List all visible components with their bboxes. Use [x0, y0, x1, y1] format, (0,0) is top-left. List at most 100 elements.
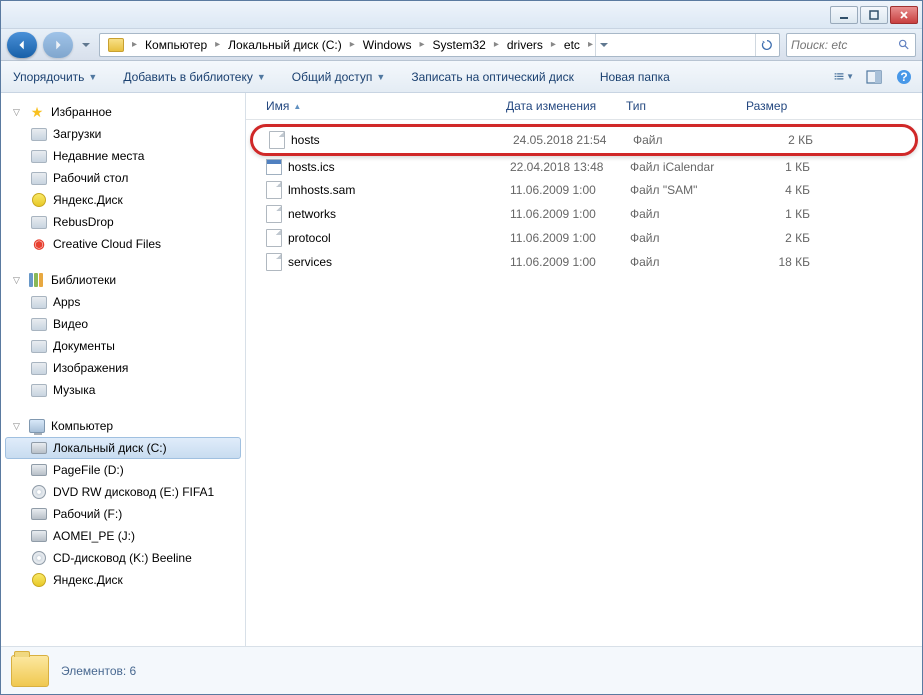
sidebar-item[interactable]: RebusDrop — [5, 211, 241, 233]
search-box[interactable] — [786, 33, 916, 57]
search-input[interactable] — [791, 38, 898, 52]
sidebar-item[interactable]: Видео — [5, 313, 241, 335]
breadcrumb-root[interactable] — [102, 34, 130, 56]
sidebar-item-label: DVD RW дисковод (E:) FIFA1 — [53, 485, 214, 499]
file-name: protocol — [288, 231, 331, 245]
disc-icon — [32, 551, 46, 565]
file-icon — [266, 229, 282, 247]
back-button[interactable] — [7, 32, 37, 58]
sidebar-item[interactable]: PageFile (D:) — [5, 459, 241, 481]
favorites-group[interactable]: ▽★Избранное — [5, 101, 241, 123]
sidebar-item-label: AOMEI_PE (J:) — [53, 529, 135, 543]
breadcrumb-item[interactable]: System32 — [426, 34, 491, 56]
sidebar-item[interactable]: Яндекс.Диск — [5, 569, 241, 591]
organize-menu[interactable]: Упорядочить▼ — [9, 66, 101, 88]
libraries-icon — [29, 273, 45, 287]
file-icon — [266, 205, 282, 223]
breadcrumb-item[interactable]: Локальный диск (C:) — [222, 34, 348, 56]
view-options-button[interactable]: ▼ — [834, 67, 854, 87]
chevron-right-icon[interactable]: ▸ — [549, 39, 558, 50]
close-button[interactable] — [890, 6, 918, 24]
file-row[interactable]: hosts.ics 22.04.2018 13:48 Файл iCalenda… — [250, 156, 918, 178]
file-list[interactable]: hosts 24.05.2018 21:54 Файл 2 КБ hosts.i… — [246, 120, 922, 646]
file-type: Файл — [620, 207, 740, 221]
svg-text:?: ? — [900, 70, 907, 84]
add-to-library-menu[interactable]: Добавить в библиотеку▼ — [119, 66, 269, 88]
breadcrumb-item[interactable]: etc — [558, 34, 586, 56]
navigation-pane[interactable]: ▽★Избранное ЗагрузкиНедавние местаРабочи… — [1, 93, 246, 646]
sidebar-item[interactable]: Загрузки — [5, 123, 241, 145]
sidebar-item-label: Видео — [53, 317, 88, 331]
sidebar-item[interactable]: Apps — [5, 291, 241, 313]
sidebar-item-label: Изображения — [53, 361, 128, 375]
sidebar-item-label: RebusDrop — [53, 215, 114, 229]
chevron-right-icon[interactable]: ▸ — [130, 39, 139, 50]
star-icon: ★ — [29, 104, 45, 120]
column-header-type[interactable]: Тип — [616, 99, 736, 113]
libraries-group[interactable]: ▽Библиотеки — [5, 269, 241, 291]
sidebar-item[interactable]: Рабочий (F:) — [5, 503, 241, 525]
maximize-button[interactable] — [860, 6, 888, 24]
chevron-right-icon[interactable]: ▸ — [492, 39, 501, 50]
file-row[interactable]: networks 11.06.2009 1:00 Файл 1 КБ — [250, 202, 918, 226]
address-dropdown[interactable] — [595, 34, 613, 56]
sidebar-item[interactable]: ◉Creative Cloud Files — [5, 233, 241, 255]
breadcrumb-item[interactable]: drivers — [501, 34, 549, 56]
burn-button[interactable]: Записать на оптический диск — [407, 66, 578, 88]
sidebar-item-label: Музыка — [53, 383, 95, 397]
column-header-date[interactable]: Дата изменения — [496, 99, 616, 113]
nav-history-dropdown[interactable] — [79, 32, 93, 58]
chevron-down-icon: ▼ — [88, 72, 97, 82]
sidebar-item[interactable]: Рабочий стол — [5, 167, 241, 189]
sidebar-item[interactable]: AOMEI_PE (J:) — [5, 525, 241, 547]
breadcrumb-item[interactable]: Windows — [357, 34, 418, 56]
chevron-right-icon[interactable]: ▸ — [417, 39, 426, 50]
sidebar-item[interactable]: Музыка — [5, 379, 241, 401]
calendar-file-icon — [266, 159, 282, 175]
chevron-right-icon[interactable]: ▸ — [348, 39, 357, 50]
file-name: hosts.ics — [288, 160, 335, 174]
sidebar-item[interactable]: DVD RW дисковод (E:) FIFA1 — [5, 481, 241, 503]
search-icon — [898, 38, 911, 52]
yandex-disk-icon — [32, 193, 46, 207]
explorer-window: ▸ Компьютер▸Локальный диск (C:)▸Windows▸… — [0, 0, 923, 695]
file-icon — [269, 131, 285, 149]
chevron-right-icon[interactable]: ▸ — [586, 39, 595, 50]
folder-icon — [31, 172, 47, 185]
file-row[interactable]: protocol 11.06.2009 1:00 Файл 2 КБ — [250, 226, 918, 250]
drive-icon — [31, 464, 47, 476]
breadcrumb-item[interactable]: Компьютер — [139, 34, 213, 56]
computer-group[interactable]: ▽Компьютер — [5, 415, 241, 437]
sidebar-item[interactable]: Недавние места — [5, 145, 241, 167]
file-size: 4 КБ — [740, 183, 820, 197]
new-folder-button[interactable]: Новая папка — [596, 66, 674, 88]
file-type: Файл iCalendar — [620, 160, 740, 174]
help-button[interactable]: ? — [894, 67, 914, 87]
address-bar[interactable]: ▸ Компьютер▸Локальный диск (C:)▸Windows▸… — [99, 33, 780, 57]
sidebar-item[interactable]: Яндекс.Диск — [5, 189, 241, 211]
share-menu[interactable]: Общий доступ▼ — [288, 66, 390, 88]
command-bar: Упорядочить▼ Добавить в библиотеку▼ Общи… — [1, 61, 922, 93]
collapse-icon: ▽ — [13, 275, 23, 286]
sidebar-item-label: Документы — [53, 339, 115, 353]
file-row[interactable]: lmhosts.sam 11.06.2009 1:00 Файл "SAM" 4… — [250, 178, 918, 202]
refresh-button[interactable] — [755, 34, 777, 56]
file-size: 2 КБ — [743, 133, 823, 147]
details-pane: Элементов: 6 — [1, 646, 922, 694]
chevron-right-icon[interactable]: ▸ — [213, 39, 222, 50]
sidebar-item[interactable]: Локальный диск (C:) — [5, 437, 241, 459]
sidebar-item[interactable]: Изображения — [5, 357, 241, 379]
forward-button[interactable] — [43, 32, 73, 58]
file-type: Файл — [623, 133, 743, 147]
file-size: 1 КБ — [740, 207, 820, 221]
sidebar-item[interactable]: CD-дисковод (K:) Beeline — [5, 547, 241, 569]
file-row[interactable]: hosts 24.05.2018 21:54 Файл 2 КБ — [250, 124, 918, 156]
column-header-name[interactable]: Имя▲ — [246, 99, 496, 113]
file-icon — [266, 253, 282, 271]
sidebar-item[interactable]: Документы — [5, 335, 241, 357]
file-size: 18 КБ — [740, 255, 820, 269]
preview-pane-button[interactable] — [864, 67, 884, 87]
column-header-size[interactable]: Размер — [736, 99, 816, 113]
minimize-button[interactable] — [830, 6, 858, 24]
file-row[interactable]: services 11.06.2009 1:00 Файл 18 КБ — [250, 250, 918, 274]
